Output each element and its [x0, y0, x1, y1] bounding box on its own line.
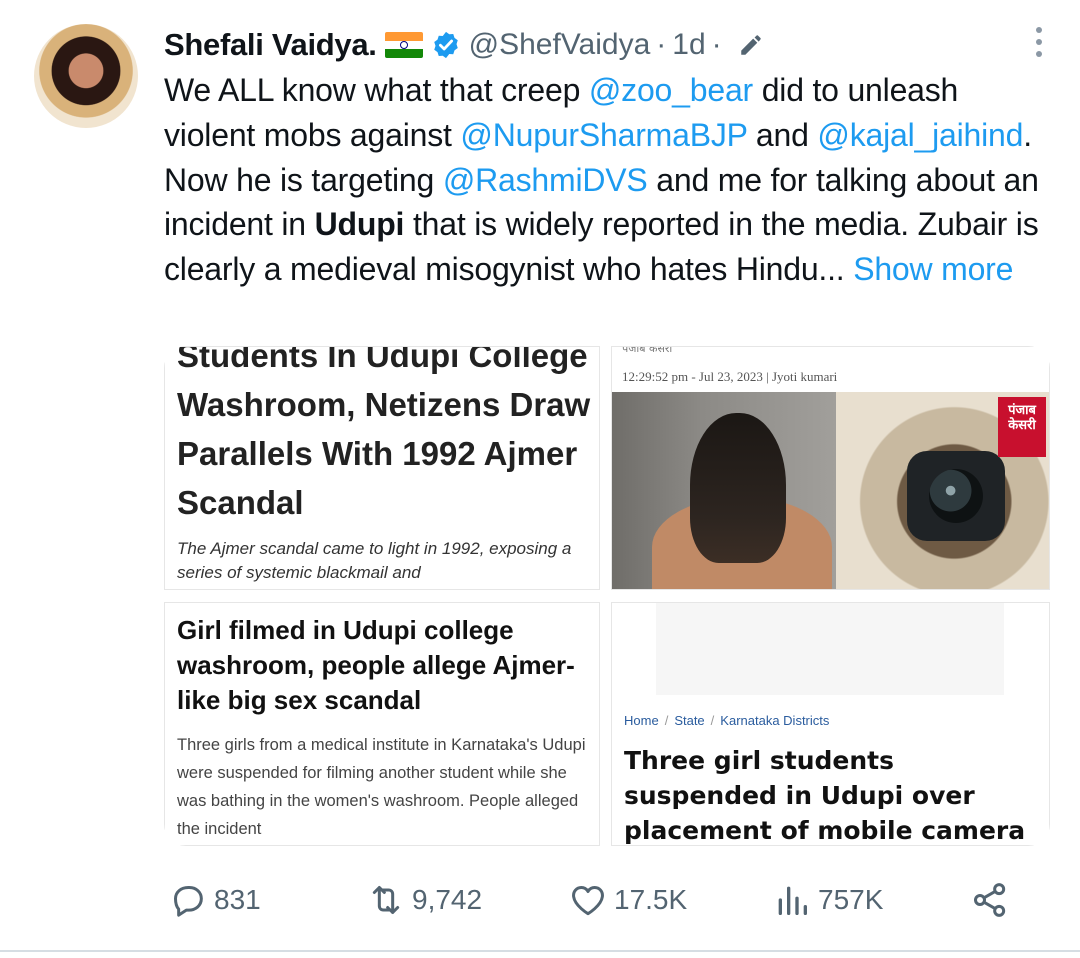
- tweet-text-segment: and: [747, 116, 818, 153]
- photo-hair: [690, 413, 786, 563]
- mention-link[interactable]: @NupurSharmaBJP: [460, 117, 747, 153]
- media-grid: Students In Udupi College Washroom, Neti…: [164, 346, 1050, 846]
- views-icon: [778, 886, 807, 915]
- media-image-1[interactable]: Students In Udupi College Washroom, Neti…: [164, 346, 600, 590]
- views-button[interactable]: 757K: [772, 872, 883, 928]
- separator-dot: ·: [711, 28, 722, 61]
- article-meta: 12:29:52 pm - Jul 23, 2023 | Jyoti kumar…: [622, 369, 838, 384]
- breadcrumb: Home / State / Karnataka Districts: [624, 713, 829, 728]
- tweet-text-segment: We ALL know what that creep: [164, 72, 589, 108]
- flag-india-icon: [384, 32, 423, 58]
- article-headline: Girl filmed in Udupi college washroom, p…: [177, 615, 575, 715]
- breadcrumb-separator: /: [664, 713, 669, 728]
- separator-dot: ·: [656, 28, 667, 61]
- verified-badge-icon[interactable]: [431, 30, 461, 60]
- timestamp[interactable]: 1d: [672, 28, 705, 62]
- show-more-link[interactable]: Show more: [853, 251, 1013, 287]
- divider: [0, 950, 1080, 952]
- author-handle[interactable]: @ShefVaidya: [469, 28, 651, 62]
- more-options-icon[interactable]: [1032, 24, 1046, 60]
- reply-button[interactable]: 831: [168, 872, 261, 928]
- article-meta-top: पंजाब केसरी: [622, 346, 673, 355]
- like-button[interactable]: 17.5K: [568, 872, 687, 928]
- share-icon: [973, 883, 1006, 917]
- retweet-count: 9,742: [412, 884, 483, 915]
- reply-icon: [174, 886, 203, 917]
- like-count: 17.5K: [614, 884, 688, 915]
- author-name[interactable]: Shefali Vaidya.: [164, 27, 377, 63]
- tweet-header: Shefali Vaidya. @ShefVaidya · 1d ·: [164, 22, 1060, 68]
- retweet-button[interactable]: 9,742: [366, 872, 482, 928]
- media-image-3[interactable]: Girl filmed in Udupi college washroom, p…: [164, 602, 600, 846]
- edit-pen-icon: [740, 35, 761, 55]
- share-button[interactable]: [970, 872, 1010, 928]
- reply-count: 831: [214, 884, 261, 915]
- article-headline: Three girl students suspended in Udupi o…: [624, 746, 1026, 845]
- like-icon: [572, 886, 604, 916]
- mention-link[interactable]: @kajal_jaihind: [817, 117, 1023, 153]
- mention-link[interactable]: @zoo_bear: [589, 72, 753, 108]
- media-image-4[interactable]: Home / State / Karnataka Districts Three gir…: [611, 602, 1050, 846]
- breadcrumb-item: Home: [624, 713, 659, 728]
- avatar[interactable]: [34, 24, 138, 128]
- media-image-2[interactable]: पंजाब केसरी 12:29:52 pm - Jul 23, 2023 |…: [611, 346, 1050, 590]
- breadcrumb-separator: /: [710, 713, 715, 728]
- ad-placeholder: [656, 603, 1004, 695]
- bold-word: Udupi: [314, 206, 405, 243]
- mention-link[interactable]: @RashmiDVS: [443, 162, 648, 198]
- breadcrumb-item: State: [674, 713, 705, 728]
- tweet-text: We ALL know what that creep @zoo_bear di…: [164, 68, 1044, 292]
- retweet-icon: [372, 886, 400, 914]
- article-headline: Students In Udupi College Washroom, Neti…: [177, 346, 591, 521]
- article-summary: The Ajmer scandal came to light in 1992,…: [177, 539, 572, 582]
- article-summary: Three girls from a medical institute in …: [177, 736, 586, 838]
- breadcrumb-item: Karnataka Districts: [720, 713, 830, 728]
- views-count: 757K: [818, 884, 884, 915]
- publisher-logo: पंजाब केसरी: [998, 397, 1046, 457]
- camera-lens-image: [907, 451, 1005, 541]
- action-bar: 831 9,742 17.5K 757K: [164, 872, 1024, 928]
